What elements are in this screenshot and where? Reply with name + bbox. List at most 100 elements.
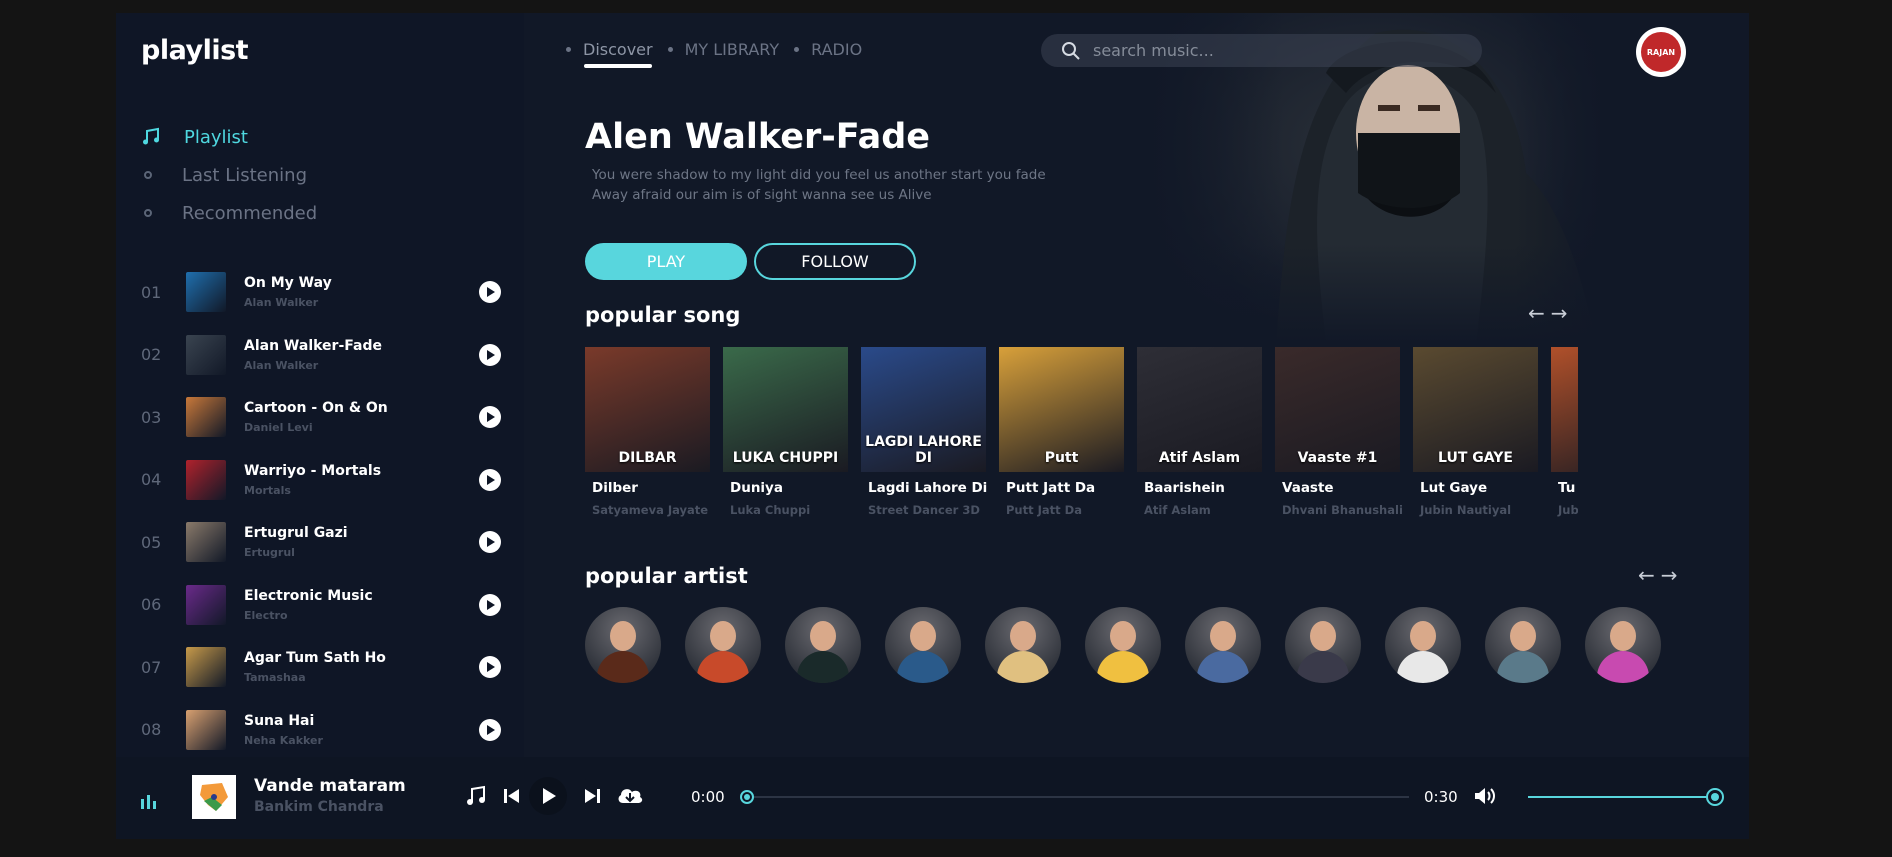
progress-slider[interactable] bbox=[740, 790, 1409, 804]
play-icon[interactable] bbox=[479, 281, 501, 304]
previous-icon[interactable] bbox=[500, 784, 524, 808]
search-icon bbox=[1062, 41, 1080, 60]
track-number: 07 bbox=[141, 657, 162, 677]
track-row[interactable]: 05 Ertugrul Gazi Ertugrul bbox=[141, 511, 501, 574]
artist-avatar[interactable] bbox=[1185, 607, 1261, 683]
song-cover: Vaaste #1 bbox=[1275, 347, 1400, 472]
song-artist: Satyameva Jayate bbox=[592, 503, 709, 517]
play-icon[interactable] bbox=[479, 531, 501, 554]
song-card[interactable]: Tu Mi Jubin bbox=[1551, 347, 1578, 533]
song-title: Baarishein bbox=[1144, 480, 1225, 496]
song-card[interactable]: Atif Aslam Baarishein Atif Aslam bbox=[1137, 347, 1262, 533]
artist-body bbox=[1397, 651, 1449, 683]
volume-icon[interactable] bbox=[1472, 784, 1496, 808]
search-input[interactable] bbox=[1093, 41, 1453, 60]
profile-avatar[interactable]: RAJAN bbox=[1636, 27, 1686, 77]
sidebar-item-last-listening[interactable]: Last Listening bbox=[141, 156, 317, 194]
track-artist: Alan Walker bbox=[244, 296, 319, 310]
artist-avatar[interactable] bbox=[1085, 607, 1161, 683]
artist-avatar[interactable] bbox=[985, 607, 1061, 683]
track-row[interactable]: 07 Agar Tum Sath Ho Tamashaa bbox=[141, 636, 501, 699]
track-number: 01 bbox=[141, 282, 162, 302]
track-row[interactable]: 08 Suna Hai Neha Kakker bbox=[141, 699, 501, 762]
artist-body bbox=[1097, 651, 1149, 683]
artist-face bbox=[1210, 621, 1236, 651]
artist-body bbox=[1497, 651, 1549, 683]
artist-body bbox=[797, 651, 849, 683]
track-row[interactable]: 04 Warriyo - Mortals Mortals bbox=[141, 449, 501, 512]
sidebar-item-playlist[interactable]: Playlist bbox=[141, 118, 317, 156]
artist-body bbox=[997, 651, 1049, 683]
artist-avatar[interactable] bbox=[1385, 607, 1461, 683]
artist-avatar[interactable] bbox=[1485, 607, 1561, 683]
track-artist: Tamashaa bbox=[244, 671, 306, 685]
arrow-right-icon[interactable]: → bbox=[1551, 301, 1568, 325]
artist-avatar[interactable] bbox=[1285, 607, 1361, 683]
artist-face bbox=[1410, 621, 1436, 651]
next-icon[interactable] bbox=[580, 784, 604, 808]
arrow-left-icon[interactable]: ← bbox=[1528, 301, 1545, 325]
artist-avatar[interactable] bbox=[885, 607, 961, 683]
track-number: 08 bbox=[141, 720, 162, 740]
profile-avatar-label: RAJAN bbox=[1641, 32, 1681, 72]
artist-face bbox=[1310, 621, 1336, 651]
arrow-left-icon[interactable]: ← bbox=[1638, 563, 1655, 587]
artist-avatar[interactable] bbox=[1585, 607, 1661, 683]
song-artist: Jubin Nautiyal bbox=[1420, 503, 1512, 517]
search-bar[interactable] bbox=[1041, 34, 1482, 67]
track-number: 02 bbox=[141, 345, 162, 365]
popular-artist-arrows: ← → bbox=[1638, 563, 1678, 587]
hero-title: Alen Walker-Fade bbox=[585, 117, 931, 157]
play-icon[interactable] bbox=[479, 718, 501, 741]
play-icon[interactable] bbox=[479, 656, 501, 679]
song-title: Duniya bbox=[730, 480, 783, 496]
song-cover-text: Putt bbox=[1044, 450, 1079, 466]
sidebar-item-recommended[interactable]: Recommended bbox=[141, 194, 317, 232]
song-card[interactable]: LAGDI LAHORE DI Lagdi Lahore Di Street Dan… bbox=[861, 347, 987, 533]
track-row[interactable]: 03 Cartoon - On & On Daniel Levi bbox=[141, 386, 501, 449]
play-icon[interactable] bbox=[479, 406, 501, 429]
song-card[interactable]: LUKA CHUPPI Duniya Luka Chuppi bbox=[723, 347, 848, 533]
play-button[interactable]: PLAY bbox=[585, 243, 747, 280]
track-info: On My Way Alan Walker bbox=[244, 275, 479, 309]
now-playing-thumbnail bbox=[192, 775, 236, 819]
popular-song-title: popular song bbox=[585, 303, 741, 327]
track-info: Suna Hai Neha Kakker bbox=[244, 713, 479, 747]
player-bar bbox=[116, 757, 1749, 839]
artist-avatar[interactable] bbox=[785, 607, 861, 683]
track-list: 01 On My Way Alan Walker 02 Alan Walker-Fade… bbox=[141, 261, 501, 761]
song-card[interactable]: LUT GAYE Lut Gaye Jubin Nautiyal bbox=[1413, 347, 1538, 533]
progress-knob[interactable] bbox=[740, 790, 754, 804]
play-icon[interactable] bbox=[479, 593, 501, 616]
tab-my-library[interactable]: MY LIBRARY bbox=[667, 40, 779, 59]
track-row[interactable]: 01 On My Way Alan Walker bbox=[141, 261, 501, 324]
top-nav: Discover MY LIBRARY RADIO bbox=[566, 40, 877, 68]
song-title: Tu Mi bbox=[1558, 480, 1578, 496]
follow-button[interactable]: FOLLOW bbox=[754, 243, 916, 280]
arrow-right-icon[interactable]: → bbox=[1661, 563, 1678, 587]
track-row[interactable]: 06 Electronic Music Electro bbox=[141, 574, 501, 637]
track-artist: Mortals bbox=[244, 483, 291, 497]
artist-avatar[interactable] bbox=[585, 607, 661, 683]
play-icon[interactable] bbox=[479, 468, 501, 491]
volume-knob[interactable] bbox=[1706, 788, 1724, 806]
artist-body bbox=[697, 651, 749, 683]
volume-slider[interactable] bbox=[1528, 788, 1724, 806]
music-note-icon bbox=[143, 127, 159, 145]
music-note-icon[interactable] bbox=[464, 784, 488, 808]
download-icon[interactable] bbox=[616, 784, 644, 808]
play-pause-icon[interactable] bbox=[528, 776, 568, 816]
tab-discover[interactable]: Discover bbox=[566, 40, 653, 68]
song-card[interactable]: Putt Putt Jatt Da Putt Jatt Da bbox=[999, 347, 1124, 533]
track-artist: Alan Walker bbox=[244, 358, 319, 372]
song-card[interactable]: Vaaste #1 Vaaste Dhvani Bhanushali bbox=[1275, 347, 1403, 533]
tab-radio[interactable]: RADIO bbox=[794, 40, 862, 59]
track-row[interactable]: 02 Alan Walker-Fade Alan Walker bbox=[141, 324, 501, 387]
song-card[interactable]: DILBAR Dilber Satyameva Jayate bbox=[585, 347, 710, 533]
play-icon[interactable] bbox=[479, 343, 501, 366]
artist-avatar[interactable] bbox=[685, 607, 761, 683]
equalizer-icon[interactable] bbox=[141, 793, 161, 809]
song-artist: Putt Jatt Da bbox=[1006, 503, 1082, 517]
circle-bullet-icon bbox=[144, 209, 152, 217]
track-number: 06 bbox=[141, 595, 162, 615]
